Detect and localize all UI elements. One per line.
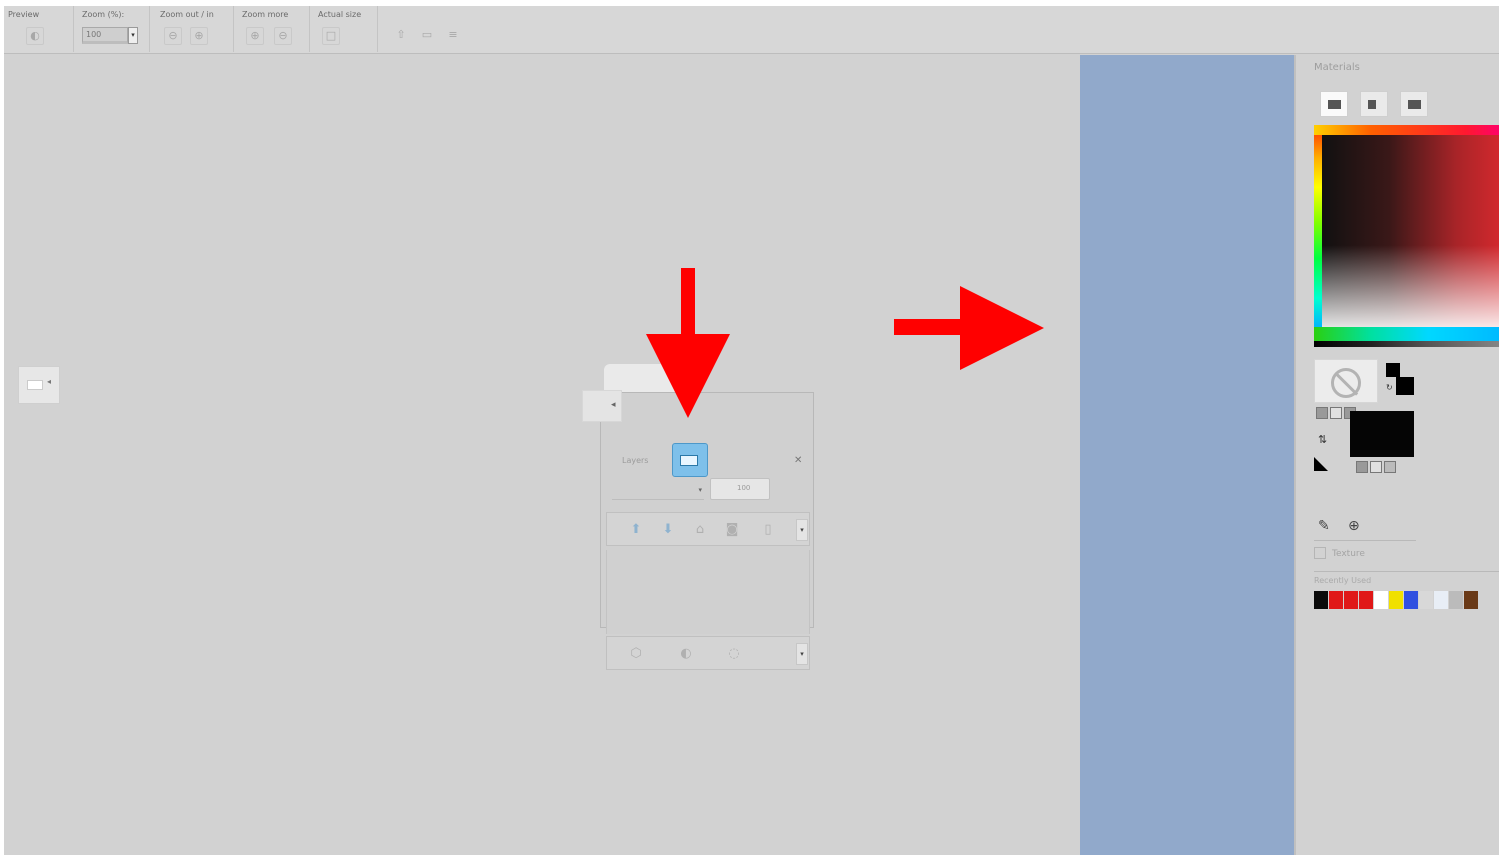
frame-tab-icon[interactable] [1320,91,1348,117]
grey-ramp[interactable] [1314,341,1499,347]
zoom-more-in-icon[interactable]: ⊕ [246,27,264,45]
toolbar-group-zoom: Zoom (%): 100 ▾ [74,6,150,52]
fill-style-pattern-icon[interactable] [1384,461,1396,473]
recent-color-swatch[interactable] [1314,591,1329,609]
expand-arrow-icon: ◂ [47,377,52,386]
layers-icon[interactable] [672,443,708,477]
app-window: Preview ◐ Zoom (%): 100 ▾ Zoom out / in … [4,6,1499,855]
materials-panel: Materials ↻ ⇅ ✎ ⊕ Texture Recently Used [1294,55,1499,855]
chevron-down-icon: ▾ [698,486,702,494]
blend-mode-select[interactable]: ▾ [612,484,704,500]
more-options-button[interactable]: ▾ [796,519,808,541]
recent-color-swatch[interactable] [1344,591,1359,609]
fill-style-gradient-icon[interactable] [1370,461,1382,473]
recent-color-swatch[interactable] [1404,591,1419,609]
zoom-out-icon[interactable]: ⊖ [164,27,182,45]
zoom-more-out-icon[interactable]: ⊖ [274,27,292,45]
adjustment-icon[interactable]: ◐ [675,644,697,664]
actual-size-icon[interactable]: □ [322,27,340,45]
zoom-input[interactable]: 100 [82,27,128,44]
recent-color-swatch[interactable] [1449,591,1464,609]
toolbar-group-preview: Preview ◐ [4,6,74,52]
page-icon[interactable]: ▭ [418,27,436,45]
recent-colors [1314,591,1479,609]
materials-title: Materials [1314,62,1360,73]
recent-color-swatch[interactable] [1389,591,1404,609]
down-arrow-annotation [646,268,730,418]
palette-tab-button[interactable]: ◂ [582,390,622,422]
dropper-icon[interactable]: ✎ [1318,518,1330,534]
toolbar-label-actual-size: Actual size [318,10,362,19]
collapsed-palette-tab[interactable]: ◂ [18,366,60,404]
crosshair-icon[interactable]: ⊕ [1348,518,1360,534]
textures-label: Texture [1332,549,1365,559]
recent-color-swatch[interactable] [1329,591,1344,609]
preview-icon[interactable]: ◐ [26,27,44,45]
toolbar-group-nav: ⇧ ▭ ≡ [378,6,478,52]
delete-layer-icon[interactable]: ▯ [757,520,779,540]
spectrum-top-band [1314,125,1499,135]
color-spectrum[interactable] [1314,125,1499,347]
reset-colors-icon[interactable] [1314,457,1328,471]
background-swatch[interactable] [1396,377,1414,395]
workspace [4,55,1080,855]
layers-palette-title: Layers [622,456,649,465]
no-color-box[interactable] [1314,359,1378,403]
new-raster-layer-icon[interactable]: ⬆ [625,520,647,540]
toolbar-group-actual-size: Actual size □ [310,6,378,52]
zoom-spin-button[interactable]: ▾ [128,27,138,44]
layers-list[interactable] [606,550,810,634]
toolbar-group-zoom-more: Zoom more ⊕ ⊖ [234,6,310,52]
recent-color-swatch[interactable] [1419,591,1434,609]
swap-colors-icon[interactable]: ⇅ [1318,433,1327,446]
palette-thumbnail-icon [27,380,43,390]
layers-toolbar-top: ⬆ ⬇ ⌂ ◙ ▯ ▾ [606,512,810,546]
new-vector-layer-icon[interactable]: ⬇ [657,520,679,540]
toolbar-label-zoom-more: Zoom more [242,10,289,19]
zoom-toolbar: Preview ◐ Zoom (%): 100 ▾ Zoom out / in … [4,6,1499,54]
fill-style-color-icon[interactable] [1356,461,1368,473]
palette-tab-arrow-icon: ◂ [611,400,616,410]
swatches-tab-icon[interactable] [1400,91,1428,117]
style-gradient-icon[interactable] [1330,407,1342,419]
materials-tool-row: ✎ ⊕ [1314,515,1416,541]
layers-toolbar-bottom: ⬡ ◐ ◌ ▾ [606,636,810,670]
textures-toggle[interactable]: Texture [1314,547,1365,559]
recent-color-swatch[interactable] [1374,591,1389,609]
right-arrow-annotation [894,286,1044,370]
toolbar-group-zoom-out-in: Zoom out / in ⊖ ⊕ [150,6,234,52]
link-icon[interactable]: ⬡ [625,644,647,664]
toolbar-label-preview: Preview [8,10,40,19]
no-color-icon [1331,368,1361,398]
mask-icon[interactable]: ◙ [721,520,743,540]
new-group-icon[interactable]: ⌂ [689,520,711,540]
opacity-field[interactable]: 100 [710,478,770,500]
list-icon[interactable]: ≡ [444,27,462,45]
up-icon[interactable]: ⇧ [392,27,410,45]
fill-color-swatch[interactable] [1350,411,1414,457]
effects-icon[interactable]: ◌ [723,644,745,664]
style-color-icon[interactable] [1316,407,1328,419]
rainbow-tab-icon[interactable] [1360,91,1388,117]
recent-color-swatch[interactable] [1464,591,1479,609]
recent-color-swatch[interactable] [1434,591,1449,609]
recent-colors-label: Recently Used [1314,571,1499,585]
swap-small-icon[interactable]: ↻ [1386,383,1393,392]
toolbar-label-zoom-out-in: Zoom out / in [160,10,214,19]
foreground-swatch[interactable] [1386,363,1400,377]
image-canvas[interactable] [1080,55,1294,855]
recent-color-swatch[interactable] [1359,591,1374,609]
palette-close-icon[interactable]: ✕ [794,455,802,466]
toolbar-label-zoom: Zoom (%): [82,10,125,19]
textures-checkbox[interactable] [1314,547,1326,559]
bottom-more-button[interactable]: ▾ [796,643,808,665]
zoom-in-icon[interactable]: ⊕ [190,27,208,45]
